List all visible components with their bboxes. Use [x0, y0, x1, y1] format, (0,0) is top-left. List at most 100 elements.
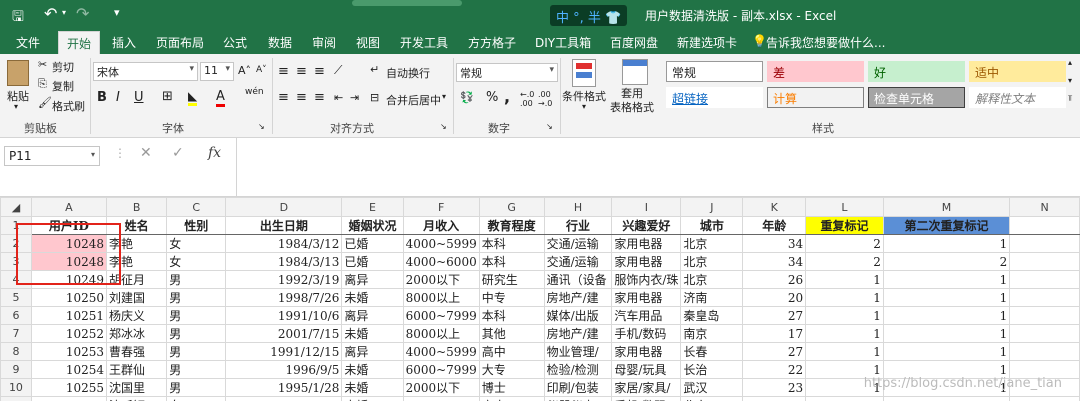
insert-function-icon[interactable]: fx: [208, 145, 221, 161]
cell[interactable]: 南京: [680, 324, 744, 343]
cell[interactable]: 家用电器: [611, 234, 682, 253]
cell[interactable]: 男: [166, 270, 227, 289]
cell[interactable]: 家用电器: [611, 288, 682, 307]
cell[interactable]: 1992/3/19: [225, 270, 343, 289]
cell[interactable]: 2001/7/15: [225, 324, 343, 343]
cell[interactable]: 17: [742, 324, 807, 343]
underline-button[interactable]: U: [134, 90, 144, 105]
customize-qat-icon[interactable]: ▾: [114, 6, 120, 19]
cell[interactable]: 沈听钰: [106, 396, 168, 401]
orientation-icon[interactable]: ⟋: [334, 63, 342, 78]
cell[interactable]: [805, 396, 884, 401]
number-format-combo[interactable]: 常规 ▾: [456, 63, 558, 82]
tab-file[interactable]: 文件: [16, 34, 40, 51]
font-color-icon[interactable]: A: [216, 89, 225, 107]
tab-view[interactable]: 视图: [356, 34, 380, 51]
align-top-icon[interactable]: ≡: [278, 64, 289, 79]
save-icon[interactable]: 🖫: [12, 6, 24, 30]
cell[interactable]: 1: [882, 342, 1011, 361]
cell-style-2[interactable]: 好: [868, 61, 965, 82]
cell[interactable]: 城市: [680, 216, 744, 235]
cell[interactable]: 未婚: [341, 360, 404, 379]
formula-input[interactable]: [236, 138, 1080, 196]
column-header[interactable]: D: [225, 197, 343, 217]
column-header[interactable]: F: [402, 197, 480, 217]
column-header[interactable]: N: [1009, 197, 1080, 217]
column-header[interactable]: C: [166, 197, 227, 217]
cell[interactable]: 1: [882, 324, 1011, 343]
cell[interactable]: 4000~5999: [402, 234, 480, 253]
align-bottom-icon[interactable]: ≡: [314, 64, 325, 79]
cell[interactable]: 年龄: [742, 216, 807, 235]
gallery-more-icon[interactable]: ⫪: [1068, 94, 1073, 104]
column-header[interactable]: L: [805, 197, 884, 217]
cell[interactable]: 1991/10/6: [225, 306, 343, 325]
enter-icon[interactable]: ✓: [172, 145, 184, 161]
cell[interactable]: 武汉: [680, 378, 744, 397]
cell[interactable]: 23: [742, 378, 807, 397]
cell[interactable]: 其他: [478, 324, 545, 343]
tab-review[interactable]: 审阅: [312, 34, 336, 51]
cell[interactable]: 研究生: [478, 270, 545, 289]
row-header[interactable]: 7: [0, 324, 32, 343]
cell[interactable]: 34: [742, 234, 807, 253]
paste-icon[interactable]: [7, 60, 29, 86]
cell[interactable]: 1: [805, 342, 884, 361]
wrap-text-button[interactable]: 自动换行: [386, 65, 430, 81]
cell[interactable]: 2: [882, 252, 1011, 271]
cell[interactable]: [1009, 216, 1080, 235]
cell[interactable]: 女: [166, 234, 227, 253]
cell[interactable]: 手机/数码: [611, 396, 682, 401]
cell[interactable]: [1009, 270, 1080, 289]
format-painter-button[interactable]: 格式刷: [52, 98, 85, 114]
cell[interactable]: [1009, 396, 1080, 401]
increase-indent-icon[interactable]: ⇥: [350, 91, 359, 104]
bold-button[interactable]: B: [97, 90, 107, 105]
row-header[interactable]: 6: [0, 306, 32, 325]
cell[interactable]: 34: [742, 252, 807, 271]
row-header[interactable]: 10: [0, 378, 32, 397]
cell[interactable]: 北京: [680, 234, 744, 253]
cell[interactable]: 22: [742, 360, 807, 379]
shrink-font-icon[interactable]: A˅: [256, 65, 267, 75]
cell[interactable]: 20: [742, 288, 807, 307]
column-header[interactable]: K: [742, 197, 807, 217]
cell[interactable]: 沈国里: [106, 378, 168, 397]
cell[interactable]: 10255: [30, 378, 108, 397]
cell[interactable]: 26: [742, 270, 807, 289]
cell[interactable]: [1009, 306, 1080, 325]
cell[interactable]: 1976/9/20: [225, 396, 343, 401]
decrease-decimal-icon[interactable]: .00 →.0: [538, 90, 552, 108]
cell[interactable]: 北京: [680, 252, 744, 271]
cell[interactable]: 10251: [30, 306, 108, 325]
cell[interactable]: 女: [166, 396, 227, 401]
align-middle-icon[interactable]: ≡: [296, 64, 307, 79]
cell[interactable]: 2000以下: [402, 270, 480, 289]
cell-style-3[interactable]: 适中: [969, 61, 1066, 82]
row-header[interactable]: 11: [0, 396, 32, 401]
font-name-combo[interactable]: 宋体 ▾: [93, 62, 198, 81]
cell[interactable]: 印刷/包装: [543, 378, 613, 397]
cell[interactable]: 1984/3/12: [225, 234, 343, 253]
column-header[interactable]: J: [680, 197, 744, 217]
decrease-indent-icon[interactable]: ⇤: [334, 91, 343, 104]
cell[interactable]: 杨庆义: [106, 306, 168, 325]
chevron-down-icon[interactable]: ▾: [582, 102, 586, 111]
cell[interactable]: 1: [882, 270, 1011, 289]
merge-icon[interactable]: ⊟: [370, 91, 379, 104]
cell[interactable]: 1: [882, 306, 1011, 325]
cell[interactable]: 2000以下: [402, 378, 480, 397]
align-left-icon[interactable]: ≡: [278, 90, 289, 105]
tab-formulas[interactable]: 公式: [223, 34, 247, 51]
cell[interactable]: 已婚: [341, 234, 404, 253]
column-header[interactable]: I: [611, 197, 682, 217]
align-right-icon[interactable]: ≡: [314, 90, 325, 105]
cell[interactable]: 1984/3/13: [225, 252, 343, 271]
cell[interactable]: 大专: [478, 360, 545, 379]
column-header[interactable]: M: [882, 197, 1011, 217]
cell[interactable]: 月收入: [402, 216, 480, 235]
cell[interactable]: 已婚: [341, 252, 404, 271]
cell[interactable]: 未婚: [341, 324, 404, 343]
tab-diy[interactable]: DIY工具箱: [535, 34, 591, 51]
tab-fangfang[interactable]: 方方格子: [468, 34, 516, 51]
